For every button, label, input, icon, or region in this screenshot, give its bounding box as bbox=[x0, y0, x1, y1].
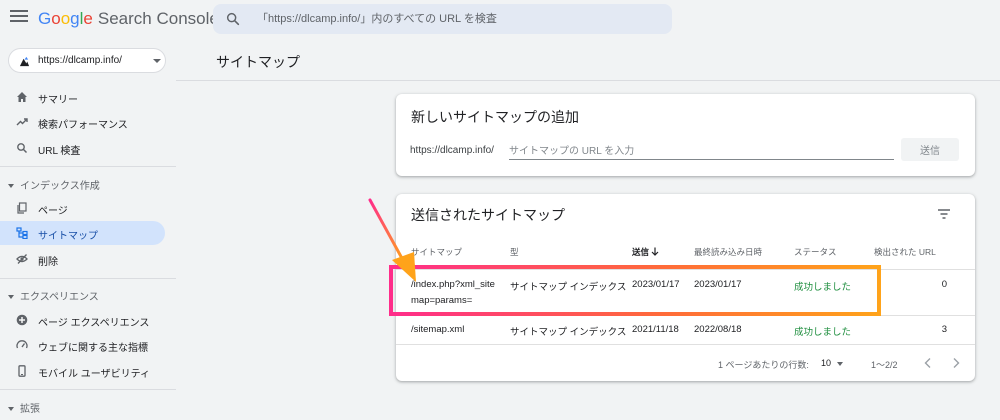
site-favicon-icon bbox=[19, 56, 30, 67]
rows-per-page-label: 1 ページあたりの行数: bbox=[718, 360, 809, 370]
sidebar-item-label: URL 検査 bbox=[38, 146, 81, 157]
url-inspect-search[interactable] bbox=[213, 4, 672, 34]
chevron-left-icon[interactable] bbox=[923, 357, 933, 369]
arrow-down-icon bbox=[651, 247, 659, 256]
sidebar-item-page-experience[interactable]: ページ エクスペリエンス bbox=[0, 308, 165, 332]
sidebar-section-experience[interactable]: エクスペリエンス bbox=[8, 288, 99, 303]
search-icon bbox=[17, 143, 28, 154]
last-read-date: 2022/08/18 bbox=[694, 324, 742, 335]
add-circle-icon bbox=[16, 314, 28, 326]
app-logo[interactable]: Google Search Console bbox=[38, 9, 219, 29]
column-header-type[interactable]: 型 bbox=[510, 246, 519, 258]
property-selector[interactable]: https://dlcamp.info/ bbox=[8, 48, 166, 73]
sidebar-item-label: ウェブに関する主な指標 bbox=[38, 343, 148, 354]
sitemap-icon bbox=[16, 227, 28, 239]
section-title: 拡張 bbox=[20, 404, 40, 415]
sidebar-item-label: サイトマップ bbox=[38, 231, 98, 242]
phone-icon bbox=[18, 365, 26, 377]
property-label: https://dlcamp.info/ bbox=[38, 55, 122, 66]
sidebar-item-core-web-vitals[interactable]: ウェブに関する主な指標 bbox=[0, 333, 165, 357]
add-sitemap-card: 新しいサイトマップの追加 https://dlcamp.info/ 送信 bbox=[396, 94, 975, 176]
column-header-last-read[interactable]: 最終読み込み日時 bbox=[694, 246, 762, 258]
search-icon bbox=[226, 12, 240, 26]
sidebar-item-summary[interactable]: サマリー bbox=[0, 85, 165, 109]
sidebar-item-label: ページ bbox=[38, 206, 68, 217]
home-icon bbox=[17, 92, 27, 102]
caret-down-icon bbox=[8, 295, 14, 300]
annotation-highlight-box bbox=[389, 265, 881, 316]
product-name: Search Console bbox=[97, 9, 219, 28]
status-badge: 成功しました bbox=[794, 327, 852, 338]
row-divider bbox=[396, 344, 975, 345]
sidebar-item-pages[interactable]: ページ bbox=[0, 196, 165, 220]
sidebar-item-label: 削除 bbox=[38, 257, 58, 268]
section-title: インデックス作成 bbox=[20, 181, 100, 192]
sidebar-divider bbox=[0, 166, 176, 167]
discovered-count: 0 bbox=[941, 279, 947, 290]
pages-icon bbox=[17, 202, 27, 214]
sidebar-item-label: ページ エクスペリエンス bbox=[38, 318, 150, 329]
logo-letter: e bbox=[83, 9, 93, 28]
submit-sitemap-button[interactable]: 送信 bbox=[901, 138, 959, 161]
trending-up-icon bbox=[16, 118, 28, 126]
discovered-count: 3 bbox=[941, 324, 947, 335]
sidebar-item-url-inspection[interactable]: URL 検査 bbox=[0, 136, 165, 160]
column-header-label: 送信 bbox=[632, 247, 650, 257]
sidebar-section-enhancements[interactable]: 拡張 bbox=[8, 400, 40, 415]
sidebar-item-sitemaps[interactable]: サイトマップ bbox=[0, 221, 165, 245]
page-title: サイトマップ bbox=[216, 54, 300, 70]
sidebar-item-label: モバイル ユーザビリティ bbox=[38, 369, 150, 380]
menu-icon[interactable] bbox=[10, 10, 28, 24]
sidebar-item-removals[interactable]: 削除 bbox=[0, 247, 165, 271]
sidebar-divider bbox=[0, 389, 176, 390]
chevron-right-icon[interactable] bbox=[951, 357, 961, 369]
logo-letter: G bbox=[38, 9, 52, 28]
add-sitemap-title: 新しいサイトマップの追加 bbox=[411, 109, 579, 125]
logo-letter: o bbox=[60, 9, 71, 28]
logo-letter: o bbox=[51, 9, 61, 28]
submitted-date: 2021/11/18 bbox=[632, 324, 679, 335]
speed-icon bbox=[16, 340, 28, 349]
sidebar-item-label: サマリー bbox=[38, 95, 78, 106]
sidebar-divider bbox=[0, 278, 176, 279]
chevron-down-icon bbox=[153, 59, 161, 63]
pagination-range: 1〜2/2 bbox=[871, 360, 898, 370]
rows-per-page-select[interactable]: 10 bbox=[821, 358, 831, 368]
column-header-discovered[interactable]: 検出された URL bbox=[874, 246, 936, 258]
section-title: エクスペリエンス bbox=[20, 292, 99, 303]
sidebar-item-mobile-usability[interactable]: モバイル ユーザビリティ bbox=[0, 359, 165, 383]
column-header-status[interactable]: ステータス bbox=[794, 246, 837, 258]
chevron-down-icon bbox=[837, 362, 843, 366]
sidebar-item-label: 検索パフォーマンス bbox=[38, 120, 128, 131]
filter-icon[interactable] bbox=[937, 208, 951, 220]
sitemap-url-input[interactable] bbox=[509, 143, 894, 160]
annotation-arrow-icon bbox=[368, 198, 416, 282]
top-bar: Google Search Console bbox=[0, 0, 1000, 38]
caret-down-icon bbox=[8, 407, 14, 412]
caret-down-icon bbox=[8, 184, 14, 189]
sidebar-section-indexing[interactable]: インデックス作成 bbox=[8, 177, 100, 192]
title-divider bbox=[176, 80, 1000, 81]
sitemap-type: サイトマップ インデックス bbox=[510, 327, 627, 338]
submitted-sitemaps-title: 送信されたサイトマップ bbox=[411, 207, 565, 223]
search-input[interactable] bbox=[257, 10, 657, 28]
sidebar-item-performance[interactable]: 検索パフォーマンス bbox=[0, 110, 165, 134]
sitemap-url-prefix: https://dlcamp.info/ bbox=[410, 145, 494, 156]
column-header-submitted[interactable]: 送信 bbox=[632, 246, 659, 258]
sitemap-path: /sitemap.xml bbox=[411, 324, 465, 335]
logo-letter: g bbox=[70, 9, 80, 28]
visibility-off-icon bbox=[16, 254, 28, 264]
